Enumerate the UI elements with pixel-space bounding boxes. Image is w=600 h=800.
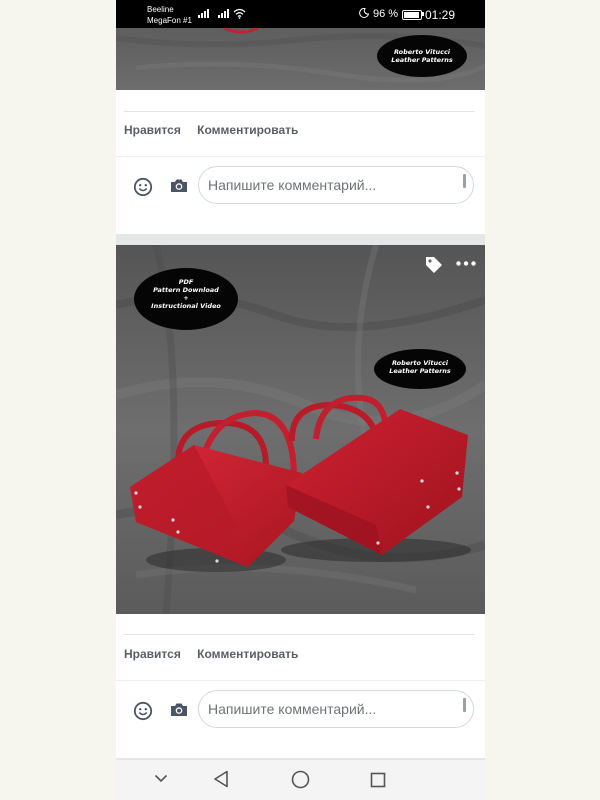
post-2-comment-row bbox=[116, 689, 485, 733]
input-scroll-handle bbox=[463, 698, 466, 712]
camera-icon[interactable] bbox=[170, 178, 188, 193]
post-1-brand-label: Roberto Vitucci Leather Patterns bbox=[391, 48, 453, 64]
divider bbox=[124, 634, 475, 635]
camera-icon[interactable] bbox=[170, 702, 188, 717]
comment-button[interactable]: Комментировать bbox=[197, 123, 298, 137]
separator bbox=[116, 680, 485, 681]
comment-input[interactable] bbox=[198, 166, 474, 204]
wifi-icon bbox=[233, 8, 246, 19]
clock: 01:29 bbox=[425, 8, 456, 22]
back-triangle-icon[interactable] bbox=[213, 770, 229, 788]
battery-percent: 96 % bbox=[373, 8, 399, 20]
moon-icon bbox=[359, 8, 369, 18]
post-2-photo[interactable]: PDF Pattern Download + Instructional Vid… bbox=[116, 245, 485, 614]
input-scroll-handle bbox=[463, 174, 466, 188]
post-1-photo[interactable]: Roberto Vitucci Leather Patterns bbox=[116, 28, 485, 90]
comment-input[interactable] bbox=[198, 690, 474, 728]
post-1-comment-row bbox=[116, 165, 485, 209]
like-button[interactable]: Нравится bbox=[124, 647, 181, 661]
chevron-down-icon[interactable] bbox=[154, 774, 168, 783]
phone-screen: Beeline MegaFon #1 96 % 01:29 Roberto Vi… bbox=[116, 0, 485, 800]
carrier-1: Beeline bbox=[147, 5, 174, 14]
navigation-bar bbox=[116, 760, 485, 800]
like-button[interactable]: Нравится bbox=[124, 123, 181, 137]
status-bar: Beeline MegaFon #1 96 % 01:29 bbox=[116, 0, 485, 28]
signal-1-icon bbox=[198, 9, 209, 18]
post-2-actions: Нравится Комментировать bbox=[124, 647, 311, 661]
signal-2-icon bbox=[218, 9, 229, 18]
smile-icon[interactable] bbox=[133, 177, 153, 197]
post-card-1: Roberto Vitucci Leather Patterns Нравитс… bbox=[116, 28, 485, 234]
battery-tip bbox=[422, 12, 424, 16]
carrier-names: Beeline MegaFon #1 bbox=[147, 4, 192, 26]
smile-icon[interactable] bbox=[133, 701, 153, 721]
recents-square-icon[interactable] bbox=[370, 772, 386, 788]
carrier-2: MegaFon #1 bbox=[147, 16, 192, 25]
post-1-actions: Нравится Комментировать bbox=[124, 123, 311, 137]
tag-icon[interactable] bbox=[424, 255, 444, 275]
home-circle-icon[interactable] bbox=[291, 770, 310, 789]
comment-button[interactable]: Комментировать bbox=[197, 647, 298, 661]
post-card-2: PDF Pattern Download + Instructional Vid… bbox=[116, 245, 485, 758]
battery-icon bbox=[402, 10, 422, 20]
post-2-brand-label: Roberto Vitucci Leather Patterns bbox=[389, 359, 451, 375]
more-icon[interactable] bbox=[456, 261, 476, 266]
separator bbox=[116, 156, 485, 157]
divider bbox=[124, 111, 475, 112]
post-2-pdf-label: PDF Pattern Download + Instructional Vid… bbox=[151, 278, 221, 310]
battery-fill bbox=[404, 12, 420, 18]
